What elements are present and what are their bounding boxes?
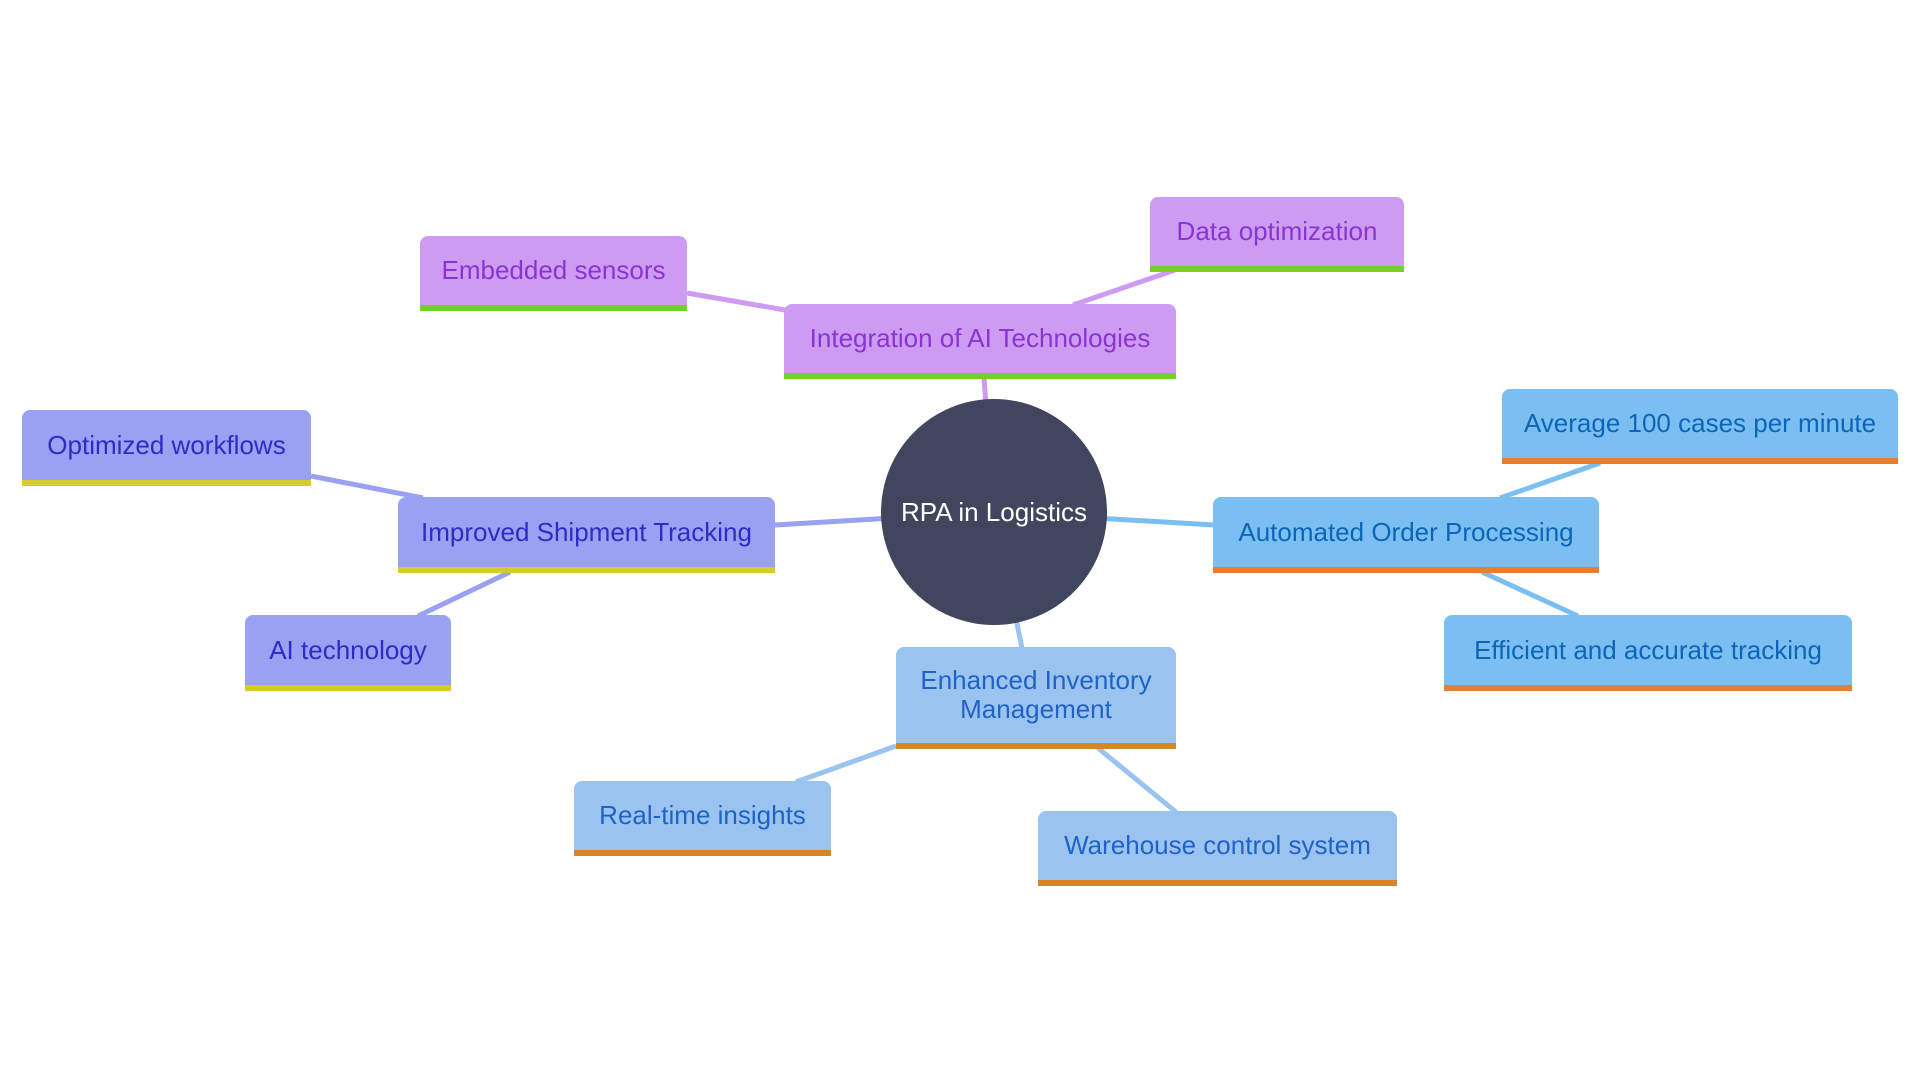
leaf-node-data-optimization[interactable]: Data optimization <box>1150 197 1404 272</box>
node-label: Data optimization <box>1176 216 1378 246</box>
branch-node-order-processing[interactable]: Automated Order Processing <box>1213 497 1599 573</box>
node-label: Optimized workflows <box>47 429 286 460</box>
leaf-node-realtime-insights[interactable]: Real-time insights <box>574 781 831 856</box>
leaf-node-optimized-workflows[interactable]: Optimized workflows <box>22 410 311 486</box>
node-label: Enhanced Inventory Management <box>920 665 1152 724</box>
node-label: Improved Shipment Tracking <box>421 516 752 547</box>
leaf-node-average-cases[interactable]: Average 100 cases per minute <box>1502 389 1898 464</box>
root-label: RPA in Logistics <box>901 496 1087 527</box>
edge-shipment-ai <box>416 569 512 619</box>
leaf-node-embedded-sensors[interactable]: Embedded sensors <box>420 236 687 311</box>
leaf-node-warehouse-control[interactable]: Warehouse control system <box>1038 811 1397 886</box>
edge-inventory-warehouse <box>1096 746 1178 814</box>
branch-node-shipment-tracking[interactable]: Improved Shipment Tracking <box>398 497 775 573</box>
leaf-node-efficient-tracking[interactable]: Efficient and accurate tracking <box>1444 615 1852 691</box>
edge-order-average <box>1499 460 1601 501</box>
edge-integration-data <box>1072 267 1176 308</box>
branch-node-integration-ai[interactable]: Integration of AI Technologies <box>784 304 1176 379</box>
node-label: Efficient and accurate tracking <box>1474 634 1822 665</box>
edge-order-efficient <box>1480 569 1580 619</box>
node-label: Integration of AI Technologies <box>809 323 1151 353</box>
root-node[interactable]: RPA in Logistics <box>881 399 1107 625</box>
node-label: AI technology <box>269 634 427 665</box>
edge-integration-embedded <box>686 290 786 313</box>
node-label: Average 100 cases per minute <box>1523 408 1877 438</box>
node-label: Automated Order Processing <box>1238 516 1574 547</box>
leaf-node-ai-technology[interactable]: AI technology <box>245 615 451 691</box>
node-label: Embedded sensors <box>441 255 666 285</box>
edge-inventory-realtime <box>795 743 897 785</box>
edge-shipment-optimized <box>310 473 424 501</box>
node-label: Warehouse control system <box>1064 830 1371 860</box>
branch-node-inventory-management[interactable]: Enhanced Inventory Management <box>896 647 1176 749</box>
node-label: Real-time insights <box>599 800 806 830</box>
